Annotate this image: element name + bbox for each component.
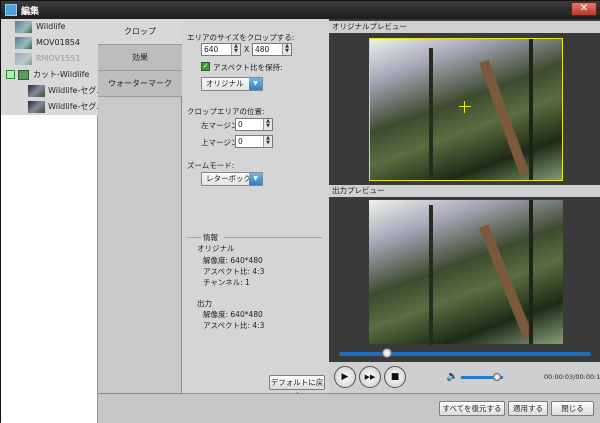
spinner-arrows-icon[interactable]: ▲ ▼ [282, 44, 291, 55]
reset-default-button[interactable]: デフォルトに戻す [269, 375, 325, 400]
left-margin-label: 左マージン [201, 121, 239, 130]
chevron-down-icon: ▼ [249, 78, 262, 90]
edit-tabs: クロップ 効果 ウォーターマーク [98, 19, 182, 423]
editor-window: 編集 ✕ Wildlife MOV01854 RMOV1551 カット-Wild… [0, 0, 600, 423]
apply-button[interactable]: 適用する [508, 401, 548, 416]
original-info-title: オリジナル [197, 244, 235, 253]
crop-width-value: 640 [204, 45, 219, 54]
tree-item-label: カット-Wildlife [33, 70, 90, 79]
tree-item-wildlife[interactable]: Wildlife [1, 19, 98, 35]
video-thumbnail [15, 21, 32, 33]
collapse-icon[interactable] [6, 70, 15, 79]
top-margin-input[interactable]: 0 ▲ ▼ [235, 135, 273, 148]
zoom-mode-label: ズームモード: [187, 161, 235, 170]
tree-item-label: Wildlife-セグ... [48, 102, 98, 111]
dialog-footer: すべてを復元する 適用する 閉じる [98, 393, 600, 423]
tree-item-label: RMOV1551 [36, 54, 81, 63]
fast-forward-icon[interactable]: ▶▶ [359, 366, 381, 388]
top-margin-label: 上マージン [201, 138, 239, 147]
spinner-arrows-icon[interactable]: ▲ ▼ [263, 136, 272, 147]
cut-folder-icon [18, 70, 29, 80]
progress-slider-handle[interactable] [381, 348, 392, 358]
stop-icon[interactable]: ■ [384, 366, 406, 388]
chevron-down-icon: ▼ [249, 173, 262, 185]
output-aspect: アスペクト比: 4:3 [203, 321, 265, 330]
tree-item-label: Wildlife-セグ... [48, 86, 98, 95]
preview-area: オリジナルプレビュー 出力プレビュー [329, 19, 600, 393]
zoom-mode-select[interactable]: レターボックス ▼ [201, 172, 263, 186]
output-info-title: 出力 [197, 299, 212, 308]
spinner-arrows-icon[interactable]: ▲ ▼ [231, 44, 240, 55]
crop-width-input[interactable]: 640 ▲ ▼ [201, 43, 241, 56]
video-thumbnail [28, 101, 45, 113]
title-bar: 編集 ✕ [1, 1, 600, 19]
aspect-ratio-select[interactable]: オリジナル ▼ [201, 77, 263, 91]
volume-icon[interactable]: 🔈 [446, 371, 458, 382]
time-readout: 00:00:03/00:00:16 [544, 373, 600, 381]
times-sign: X [244, 45, 250, 54]
video-thumbnail [28, 85, 45, 97]
tree-item-segment-2[interactable]: Wildlife-セグ... [1, 99, 98, 115]
aspect-ratio-value: オリジナル [206, 79, 244, 88]
crop-area-label: エリアのサイズをクロップする: [187, 33, 295, 42]
keep-aspect-label: アスペクト比を保持: [213, 63, 283, 72]
crop-settings-panel: エリアのサイズをクロップする: 640 ▲ ▼ X 480 ▲ ▼ ✓ アスペクト比… [182, 19, 329, 400]
tab-effects[interactable]: 効果 [98, 45, 182, 71]
close-button[interactable]: 閉じる [551, 401, 594, 416]
original-aspect: アスペクト比: 4:3 [203, 267, 265, 276]
crop-position-label: クロップエリアの位置: [187, 107, 265, 116]
close-window-button[interactable]: ✕ [571, 2, 597, 16]
original-channel: チャンネル: 1 [203, 278, 250, 287]
file-tree: Wildlife MOV01854 RMOV1551 カット-Wildlife … [1, 19, 98, 423]
tree-item-label: MOV01854 [36, 38, 80, 47]
output-preview-video [369, 200, 563, 345]
tree-trunk [529, 200, 533, 344]
tree-item-mov01854[interactable]: MOV01854 [1, 35, 98, 51]
left-margin-value: 0 [238, 120, 243, 129]
original-resolution: 解像度: 640*480 [203, 256, 263, 265]
info-section-label: 情報 [203, 233, 218, 242]
keep-aspect-checkbox[interactable]: ✓ [201, 62, 210, 71]
top-margin-value: 0 [238, 137, 243, 146]
video-thumbnail [15, 53, 32, 65]
crop-height-value: 480 [255, 45, 270, 54]
tree-item-segment-1[interactable]: Wildlife-セグ... [1, 83, 98, 99]
volume-slider-handle[interactable] [492, 373, 501, 381]
tree-item-rmov1551[interactable]: RMOV1551 [1, 51, 98, 67]
tab-crop[interactable]: クロップ [98, 19, 182, 45]
tab-watermark[interactable]: ウォーターマーク [98, 71, 182, 97]
tree-item-label: Wildlife [36, 22, 66, 31]
tree-trunk [429, 205, 433, 345]
crosshair-icon[interactable] [459, 101, 471, 113]
divider [187, 237, 201, 238]
original-preview-label: オリジナルプレビュー [329, 21, 600, 33]
left-margin-input[interactable]: 0 ▲ ▼ [235, 118, 273, 131]
restore-all-button[interactable]: すべてを復元する [439, 401, 505, 416]
spinner-arrows-icon[interactable]: ▲ ▼ [263, 119, 272, 130]
output-preview-label: 出力プレビュー [329, 185, 600, 197]
play-icon[interactable]: ▶ [334, 366, 356, 388]
divider [224, 237, 322, 238]
output-resolution: 解像度: 640*480 [203, 310, 263, 319]
tree-item-cut-wildlife[interactable]: カット-Wildlife [1, 67, 98, 83]
crop-height-input[interactable]: 480 ▲ ▼ [252, 43, 292, 56]
window-title: 編集 [21, 7, 40, 17]
app-icon [5, 4, 17, 16]
playback-progress-bar[interactable] [339, 352, 591, 356]
tree-trunk [479, 224, 534, 340]
video-thumbnail [15, 37, 32, 49]
